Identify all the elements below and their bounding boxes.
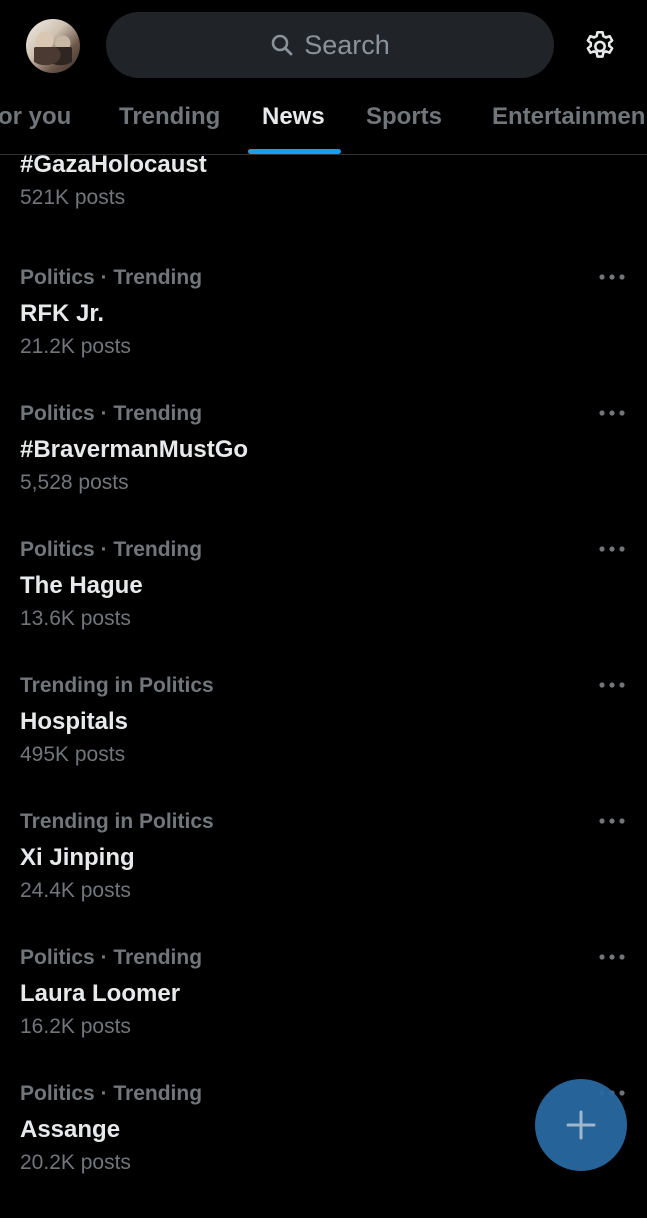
trend-title: #BravermanMustGo (20, 436, 249, 463)
more-icon[interactable] (598, 680, 626, 690)
trend-posts: 13.6K posts (20, 607, 131, 630)
trend-meta: Politics · Trending (20, 1082, 203, 1105)
trend-meta: Politics · Trending (20, 946, 203, 969)
compose-button[interactable] (535, 1079, 627, 1171)
tab-for-you[interactable]: or you (0, 103, 71, 131)
trend-meta: Trending in Politics (20, 674, 214, 697)
trend-item[interactable]: Politics · Trending #BravermanMustGo 5,5… (0, 402, 647, 538)
trend-title: Xi Jinping (20, 844, 135, 871)
trend-item[interactable]: Trending in Politics Hospitals 495K post… (0, 674, 647, 810)
trend-item[interactable]: Trending in Politics Xi Jinping 24.4K po… (0, 810, 647, 946)
more-icon[interactable] (598, 816, 626, 826)
trend-posts: 21.2K posts (20, 335, 131, 358)
more-icon[interactable] (598, 544, 626, 554)
trend-item[interactable]: #GazaHolocaust 521K posts (0, 143, 647, 279)
more-icon[interactable] (598, 952, 626, 962)
plus-icon (566, 1110, 596, 1140)
trend-posts: 5,528 posts (20, 471, 129, 494)
search-placeholder: Search (304, 29, 390, 60)
trend-title: Laura Loomer (20, 980, 181, 1007)
tab-news[interactable]: News (262, 103, 325, 131)
trend-posts: 24.4K posts (20, 879, 131, 902)
more-icon[interactable] (598, 408, 626, 418)
trend-meta: Politics · Trending (20, 266, 203, 289)
search-icon (270, 33, 294, 57)
trend-posts: 521K posts (20, 186, 126, 209)
trend-title: Hospitals (20, 708, 129, 735)
trend-posts: 20.2K posts (20, 1151, 131, 1174)
gear-icon[interactable] (580, 25, 620, 65)
trend-meta: Politics · Trending (20, 538, 203, 561)
trend-title: The Hague (20, 572, 143, 599)
avatar[interactable] (26, 19, 80, 73)
tab-entertainment[interactable]: Entertainmen (492, 103, 645, 131)
more-icon[interactable] (598, 272, 626, 282)
trend-meta: Politics · Trending (20, 402, 203, 425)
trend-title: #GazaHolocaust (20, 151, 207, 178)
trend-item[interactable]: Politics · Trending The Hague 13.6K post… (0, 538, 647, 674)
tab-trending[interactable]: Trending (119, 103, 220, 131)
search-bar[interactable]: Search (106, 12, 554, 78)
trend-posts: 495K posts (20, 743, 126, 766)
trend-item[interactable]: Politics · Trending Laura Loomer 16.2K p… (0, 946, 647, 1082)
trend-title: Assange (20, 1116, 121, 1143)
top-bar: Search (0, 0, 647, 92)
trend-item[interactable]: Politics · Trending RFK Jr. 21.2K posts (0, 266, 647, 402)
trend-title: RFK Jr. (20, 300, 105, 327)
trend-meta: Trending in Politics (20, 810, 214, 833)
trend-posts: 16.2K posts (20, 1015, 131, 1038)
tab-sports[interactable]: Sports (366, 103, 442, 131)
